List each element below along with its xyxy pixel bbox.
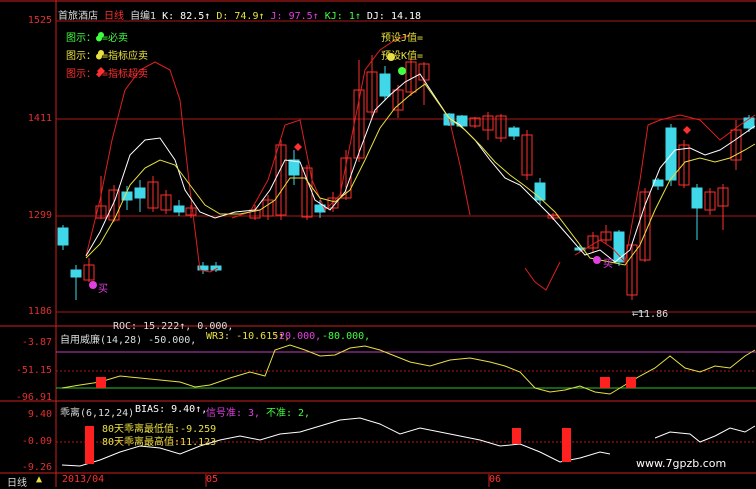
j-line <box>231 34 411 219</box>
buy-signal-dot <box>593 256 601 264</box>
bias-max-note: 80天乖离最高值:11.123 <box>102 437 217 448</box>
indicator-name[interactable]: 自编1 <box>130 11 156 22</box>
j-value: J: 97.5↑ <box>270 11 319 22</box>
candle-body <box>134 187 146 199</box>
main-axis-label: 1525 <box>27 15 52 26</box>
bias-line <box>654 425 756 443</box>
bias-value: BIAS: 9.40↑, <box>135 404 208 415</box>
main-axis-label: 1411 <box>27 113 52 124</box>
period-tab-arrow-icon[interactable]: ▲ <box>36 474 42 485</box>
preset-k: 预设K值= <box>381 51 424 62</box>
signal-not-accurate: 不准: 2, <box>266 408 311 419</box>
wr-axis-label: -96.91 <box>15 392 52 403</box>
bias-signal-bar <box>85 426 94 464</box>
wr-signal-bar <box>626 377 636 388</box>
stock-name[interactable]: 首旅酒店 <box>58 11 98 22</box>
low-price-label: ←11.86 <box>632 309 669 320</box>
candle-body <box>691 187 703 209</box>
wr-signal-bar <box>600 377 610 388</box>
candle-body <box>379 73 391 97</box>
wr-line-a: -20.000, <box>273 331 322 342</box>
buy-signal-dot <box>89 281 97 289</box>
bias-axis-label: -0.09 <box>21 436 52 447</box>
bias-signal-bar <box>512 428 521 444</box>
bias-axis-label: 9.40 <box>27 409 52 420</box>
bias-title: 乖离(6,12,24) <box>60 408 135 419</box>
candle-body <box>173 205 185 213</box>
kj-value: KJ: 1↑ <box>324 11 361 22</box>
legend-should-sell: 图示：●=指标应卖 <box>66 51 149 62</box>
overbought-diamond <box>683 126 691 134</box>
k-line <box>85 73 756 263</box>
bias-axis-label: -9.26 <box>21 462 52 473</box>
must-sell-dot <box>398 67 406 75</box>
date-label: 06 <box>489 474 502 485</box>
buy-signal-label: 买 <box>603 259 613 270</box>
wr-axis-label: -51.15 <box>15 365 52 376</box>
watermark: www.7gpzb.com <box>636 457 727 470</box>
j-line <box>524 261 561 291</box>
candle-body <box>70 269 82 278</box>
k-value: K: 82.5↑ <box>162 11 211 22</box>
main-axis-label: 1186 <box>27 306 52 317</box>
date-label: 2013/04 <box>62 474 105 485</box>
period-label[interactable]: 日线 <box>104 11 124 22</box>
date-label: 05 <box>206 474 219 485</box>
buy-signal-label: 买 <box>98 284 108 295</box>
chart-header: 首旅酒店 日线 自编1 K: 82.5↑ D: 74.9↑ J: 97.5↑ K… <box>58 7 421 22</box>
candle-body <box>508 127 520 137</box>
d-value: D: 74.9↑ <box>216 11 265 22</box>
wr-title: 自用威廉(14,28) -50.000, <box>60 335 197 346</box>
candle-body <box>288 159 300 176</box>
d-line <box>85 83 756 266</box>
legend-must-sell: 图示：●=必卖 <box>66 33 129 44</box>
main-axis-label: 1299 <box>27 210 52 221</box>
candle-body <box>613 231 625 263</box>
preset-j: 预设J值= <box>381 33 424 44</box>
legend-overbought: 图示：◆=指标超卖 <box>66 69 149 80</box>
wr-line-b: -80.000, <box>322 331 371 342</box>
bias-signal-bar <box>562 428 571 462</box>
wr-axis-label: -3.87 <box>21 337 52 348</box>
j-line <box>85 61 219 273</box>
candle-body <box>57 227 69 246</box>
signal-accurate: 信号准: 3, <box>206 408 261 419</box>
overbought-diamond <box>294 143 302 151</box>
dj-value: DJ: 14.18 <box>366 11 422 22</box>
candle-body <box>665 127 677 181</box>
wr-signal-bar <box>96 377 106 388</box>
